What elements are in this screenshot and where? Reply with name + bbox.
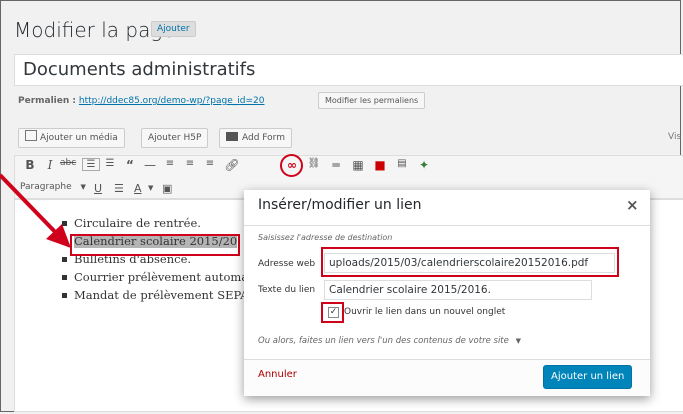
permalink-url[interactable]: http://ddec85.org/demo-wp/?page_id=20 xyxy=(79,96,265,106)
horizontal-rule-icon[interactable]: — xyxy=(142,158,158,172)
add-form-button[interactable]: Add Form xyxy=(219,128,292,148)
link-text-input[interactable]: Calendrier scolaire 2015/2016. xyxy=(324,280,592,300)
dialog-divider xyxy=(244,225,650,226)
link-dialog-hint: Saisissez l'adresse de destination xyxy=(258,233,393,242)
link-dialog-title: Insérer/modifier un lien xyxy=(258,197,422,213)
toolbar-toggle-icon[interactable]: ▦ xyxy=(350,158,366,172)
add-link-button[interactable]: Ajouter un lien xyxy=(543,365,633,389)
list-item-text: Mandat de prélèvement SEPA xyxy=(74,288,249,302)
permalink: Permalien : http://ddec85.org/demo-wp/?p… xyxy=(18,96,265,106)
edit-permalink-button[interactable]: Modifier les permaliens xyxy=(318,92,426,109)
list-item[interactable]: Courrier prélèvement automa xyxy=(62,268,248,286)
search-existing-label: Ou alors, faites un lien vers l'un des c… xyxy=(258,336,509,346)
add-h5p-button[interactable]: Ajouter H5P xyxy=(141,128,209,148)
text-color-icon[interactable]: A xyxy=(134,182,142,195)
paste-text-icon[interactable]: ▣ xyxy=(162,182,172,195)
align-left-icon[interactable]: ≡ xyxy=(162,158,178,169)
add-h5p-label: Ajouter H5P xyxy=(148,133,202,143)
link-text-label: Texte du lien xyxy=(258,285,316,295)
new-tab-label[interactable]: Ouvrir le lien dans un nouvel onglet xyxy=(344,307,505,317)
link-icon[interactable]: 🔗︎ xyxy=(224,158,240,172)
selection-highlight xyxy=(70,234,240,256)
close-icon[interactable]: × xyxy=(626,196,639,214)
add-form-label: Add Form xyxy=(242,133,285,143)
add-new-page-button[interactable]: Ajouter xyxy=(151,21,196,37)
search-existing-content-toggle[interactable]: Ou alors, faites un lien vers l'un des c… xyxy=(258,336,521,346)
url-input-highlight xyxy=(321,247,619,277)
plugin-icon[interactable]: ✦ xyxy=(416,158,432,172)
underline-icon[interactable]: U xyxy=(94,182,102,195)
url-label: Adresse web xyxy=(258,259,316,269)
tab-visual[interactable]: Vis xyxy=(668,132,681,142)
checkbox-highlight xyxy=(321,302,344,323)
form-icon xyxy=(226,132,238,141)
numbered-list-icon[interactable]: ☰ xyxy=(102,158,118,169)
add-media-button[interactable]: Ajouter un média xyxy=(18,128,125,148)
list-item[interactable]: Mandat de prélèvement SEPA xyxy=(62,286,248,304)
red-arrow-icon xyxy=(0,173,71,248)
chevron-down-icon: ▼ xyxy=(515,337,521,345)
content-list: Circulaire de rentrée. Calendrier scolai… xyxy=(62,214,248,304)
gallery-icon[interactable]: ▤ xyxy=(394,158,410,169)
align-center-icon[interactable]: ≡ xyxy=(182,158,198,169)
unlink-icon[interactable]: ⛓ xyxy=(306,158,322,169)
insert-link-icon[interactable]: ∞ xyxy=(284,158,300,172)
list-item[interactable]: Circulaire de rentrée. xyxy=(62,214,248,232)
bullet-list-icon[interactable]: ☰ xyxy=(82,158,100,171)
cancel-link[interactable]: Annuler xyxy=(258,369,297,380)
text-color-dropdown-icon[interactable]: ▼ xyxy=(148,184,153,192)
post-title-input[interactable]: Documents administratifs xyxy=(14,54,683,86)
permalink-label: Permalien : xyxy=(18,96,77,106)
align-right-icon[interactable]: ≡ xyxy=(202,158,218,169)
read-more-icon[interactable]: ═ xyxy=(328,158,344,172)
add-media-label: Ajouter un média xyxy=(40,133,118,143)
chevron-down-icon: ▼ xyxy=(80,183,86,191)
blockquote-icon[interactable]: “ xyxy=(122,158,138,172)
pdf-icon[interactable]: ■ xyxy=(372,158,388,172)
media-icon xyxy=(25,130,37,141)
justify-icon[interactable]: ☰ xyxy=(114,182,124,195)
strikethrough-icon[interactable]: abc xyxy=(60,158,76,168)
